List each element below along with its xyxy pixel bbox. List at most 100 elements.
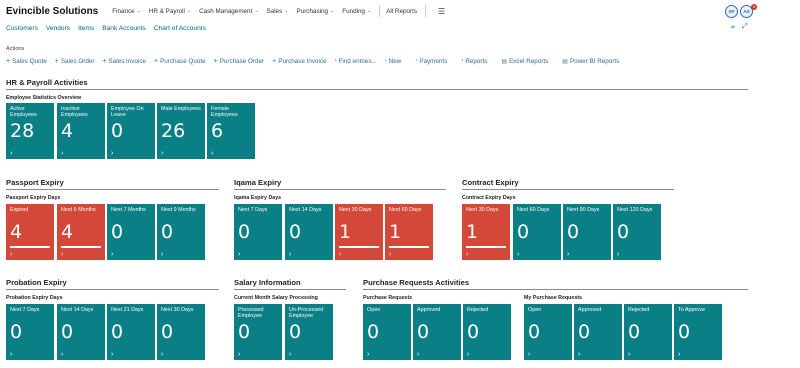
tile-inactive-employees[interactable]: Inactive Employees 4 ›	[57, 103, 105, 159]
tile-iqama-next-60-days[interactable]: Next 60 Days 1 ›	[385, 204, 433, 260]
chevron-right-icon: ›	[415, 58, 418, 64]
company-name[interactable]: Evincible Solutions	[6, 6, 98, 17]
tile-label: To Approve	[678, 307, 705, 313]
tile-value: 0	[238, 221, 251, 243]
action-sales-invoice[interactable]: + Sales Invoice	[102, 58, 146, 65]
tile-label: Approved	[578, 307, 602, 313]
tile-my-purchase-open[interactable]: Open 0 ›	[524, 304, 572, 360]
tile-label: Next 30 Days	[161, 307, 194, 313]
tile-probation-next-7-days[interactable]: Next 7 Days 0 ›	[6, 304, 54, 360]
chevron-right-icon: ›	[517, 251, 520, 258]
tile-value: 0	[617, 221, 630, 243]
menu-cash-management[interactable]: Cash Management ⌄	[199, 8, 258, 15]
tile-processed-employee[interactable]: Processed Employee 0 ›	[234, 304, 282, 360]
tile-contract-next-60-days[interactable]: Next 60 Days 0 ›	[513, 204, 561, 260]
chevron-right-icon: ›	[289, 251, 292, 258]
tile-unprocessed-employee[interactable]: Un-Processed Employee 0 ›	[285, 304, 333, 360]
tile-passport-next-7-months[interactable]: Next 7 Months 0 ›	[107, 204, 155, 260]
tile-value: 28	[10, 120, 35, 142]
link-chart-of-accounts[interactable]: Chart of Accounts	[154, 25, 206, 32]
expand-icon[interactable]: ⤢	[742, 23, 748, 31]
action-excel-reports[interactable]: ▤ Excel Reports	[501, 58, 548, 65]
tile-value: 6	[211, 120, 224, 142]
tile-label: Next 7 Months	[111, 207, 146, 213]
menu-hr-payroll[interactable]: HR & Payroll ⌄	[149, 8, 191, 15]
tile-value: 4	[61, 120, 74, 142]
notification-badge[interactable]: 5	[751, 4, 757, 10]
tile-iqama-next-14-days[interactable]: Next 14 Days 0 ›	[285, 204, 333, 260]
actions-label: Actions	[6, 46, 25, 52]
hamburger-menu-icon[interactable]: ☰	[438, 7, 445, 16]
action-label: Sales Quote	[12, 57, 47, 65]
action-sales-quote[interactable]: + Sales Quote	[6, 58, 47, 65]
action-sales-order[interactable]: + Sales Order	[55, 58, 95, 65]
tile-passport-expired[interactable]: Expired 4 ›	[6, 204, 54, 260]
tile-my-purchase-approved[interactable]: Approved 0 ›	[574, 304, 622, 360]
pin-icon[interactable]: ➢	[730, 23, 736, 31]
action-find-entries[interactable]: › Find entries...	[335, 58, 377, 65]
menu-finance[interactable]: Finance ⌄	[112, 8, 141, 15]
probation-expiry-section-title: Probation Expiry	[6, 278, 67, 287]
action-power-bi-reports[interactable]: ▤ Power BI Reports	[562, 58, 619, 65]
menu-all-reports[interactable]: All Reports	[386, 8, 417, 15]
tile-label: Rejected	[467, 307, 489, 313]
tile-employee-on-leave[interactable]: Employee On Leave 0 ›	[107, 103, 155, 159]
tile-purchase-open[interactable]: Open 0 ›	[363, 304, 411, 360]
menu-funding[interactable]: Funding ⌄	[342, 8, 371, 15]
tile-male-employees[interactable]: Male Employees 26 ›	[157, 103, 205, 159]
tile-label: Next 30 Days	[466, 207, 499, 213]
tile-probation-next-21-days[interactable]: Next 21 Days 0 ›	[107, 304, 155, 360]
tile-value: 0	[161, 321, 174, 343]
action-reports[interactable]: › Reports	[461, 58, 487, 65]
tile-purchase-rejected[interactable]: Rejected 0 ›	[463, 304, 511, 360]
action-label: Sales Order	[60, 57, 95, 65]
action-label: Excel Reports	[509, 57, 549, 65]
action-purchase-order[interactable]: + Purchase Order	[214, 58, 265, 65]
tile-female-employees[interactable]: Female Employees 6 ›	[207, 103, 255, 159]
plus-icon: +	[102, 57, 107, 65]
chevron-down-icon: ⌄	[186, 8, 192, 14]
report-icon: ▤	[562, 58, 568, 65]
tile-iqama-next-30-days[interactable]: Next 30 Days 1 ›	[335, 204, 383, 260]
tile-my-purchase-rejected[interactable]: Rejected 0 ›	[624, 304, 672, 360]
tile-value: 0	[567, 221, 580, 243]
probation-expiry-group-label: Probation Expiry Days	[6, 295, 63, 301]
tile-active-employees[interactable]: Active Employees 28 ›	[6, 103, 54, 159]
link-bank-accounts[interactable]: Bank Accounts	[102, 25, 146, 32]
chevron-right-icon: ›	[334, 58, 337, 64]
tile-value: 0	[528, 321, 541, 343]
tile-probation-next-30-days[interactable]: Next 30 Days 0 ›	[157, 304, 205, 360]
tile-iqama-next-7-days[interactable]: Next 7 Days 0 ›	[234, 204, 282, 260]
chevron-right-icon: ›	[567, 251, 570, 258]
action-purchase-invoice[interactable]: + Purchase Invoice	[272, 58, 326, 65]
tile-contract-next-90-days[interactable]: Next 90 Days 0 ›	[563, 204, 611, 260]
action-payments[interactable]: › Payments	[415, 58, 447, 65]
link-vendors[interactable]: Vendors	[46, 25, 70, 32]
chevron-right-icon: ›	[389, 251, 392, 258]
tile-label: Next 14 Days	[289, 207, 322, 213]
tile-purchase-approved[interactable]: Approved 0 ›	[413, 304, 461, 360]
tile-contract-next-120-days[interactable]: Next 120 Days 0 ›	[613, 204, 661, 260]
menu-label: Sales	[266, 7, 283, 15]
tile-passport-next-9-months[interactable]: Next 9 Months 0 ›	[157, 204, 205, 260]
link-items[interactable]: Items	[78, 25, 94, 32]
menu-purchasing[interactable]: Purchasing ⌄	[297, 8, 335, 15]
tile-value: 0	[161, 221, 174, 243]
tile-contract-next-30-days[interactable]: Next 30 Days 1 ›	[462, 204, 510, 260]
chevron-right-icon: ›	[628, 351, 631, 358]
tile-probation-next-14-days[interactable]: Next 14 Days 0 ›	[57, 304, 105, 360]
chevron-down-icon: ⌄	[254, 8, 259, 14]
plus-icon: +	[213, 57, 218, 65]
tile-value: 0	[10, 321, 23, 343]
user-avatar[interactable]: SP	[725, 5, 738, 18]
link-customers[interactable]: Customers	[6, 25, 38, 32]
action-purchase-quote[interactable]: + Purchase Quote	[154, 58, 206, 65]
tile-passport-next-6-months[interactable]: Next 6 Months 4 ›	[57, 204, 105, 260]
tile-my-purchase-to-approve[interactable]: To Approve 0 ›	[674, 304, 722, 360]
menu-sales[interactable]: Sales ⌄	[267, 8, 289, 15]
action-new[interactable]: › New	[385, 58, 402, 65]
top-navigation-bar: Evincible Solutions Finance ⌄ HR & Payrol…	[0, 0, 800, 22]
chevron-down-icon: ⌄	[284, 8, 289, 14]
chevron-right-icon: ›	[678, 351, 681, 358]
action-label: Purchase Quote	[160, 57, 206, 65]
